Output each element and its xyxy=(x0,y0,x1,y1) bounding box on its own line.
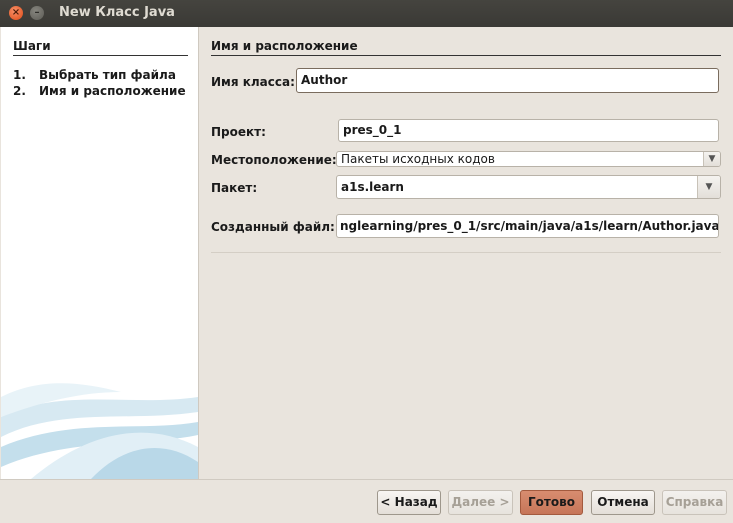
chevron-down-icon[interactable]: ▼ xyxy=(697,176,720,198)
location-select[interactable]: Пакеты исходных кодов ▼ xyxy=(336,151,721,167)
step-label: Имя и расположение xyxy=(39,84,186,98)
close-button[interactable]: × xyxy=(9,6,23,20)
steps-divider xyxy=(13,55,188,56)
steps-panel: Шаги 1. Выбрать тип файла 2. Имя и располо… xyxy=(1,27,199,479)
location-value: Пакеты исходных кодов xyxy=(341,152,495,166)
project-label: Проект: xyxy=(211,125,266,139)
form-panel: Имя и расположение Имя класса: Author Пр… xyxy=(199,27,733,479)
chevron-down-icon[interactable]: ▼ xyxy=(703,152,720,166)
step-item-1: 1. Выбрать тип файла xyxy=(13,68,176,82)
help-button[interactable]: Справка xyxy=(662,490,727,515)
step-label: Выбрать тип файла xyxy=(39,68,176,82)
class-name-input[interactable]: Author xyxy=(296,68,719,93)
title-bar: × – New Класс Java xyxy=(0,0,733,27)
steps-title: Шаги xyxy=(13,39,51,53)
created-file-field[interactable]: nglearning/pres_0_1/src/main/java/a1s/le… xyxy=(336,214,719,238)
section-divider xyxy=(211,55,721,56)
close-icon: × xyxy=(11,7,21,18)
button-bar: < Назад Далее > Готово Отмена Справка xyxy=(0,479,733,523)
minimize-icon: – xyxy=(34,7,40,18)
window-title: New Класс Java xyxy=(59,5,175,20)
form-divider xyxy=(211,252,721,253)
step-number: 2. xyxy=(13,84,26,98)
project-field[interactable]: pres_0_1 xyxy=(338,119,719,142)
section-title: Имя и расположение xyxy=(211,39,358,53)
class-name-label: Имя класса: xyxy=(211,75,295,89)
decorative-swoosh-image xyxy=(1,383,198,479)
next-button[interactable]: Далее > xyxy=(448,490,513,515)
finish-button[interactable]: Готово xyxy=(520,490,583,515)
step-number: 1. xyxy=(13,68,26,82)
package-label: Пакет: xyxy=(211,181,258,195)
package-select[interactable]: a1s.learn ▼ xyxy=(336,175,721,199)
cancel-button[interactable]: Отмена xyxy=(591,490,655,515)
package-value: a1s.learn xyxy=(341,180,404,194)
minimize-button[interactable]: – xyxy=(30,6,44,20)
created-file-label: Созданный файл: xyxy=(211,220,335,234)
step-item-2: 2. Имя и расположение xyxy=(13,84,186,98)
back-button[interactable]: < Назад xyxy=(377,490,441,515)
location-label: Местоположение: xyxy=(211,153,337,167)
